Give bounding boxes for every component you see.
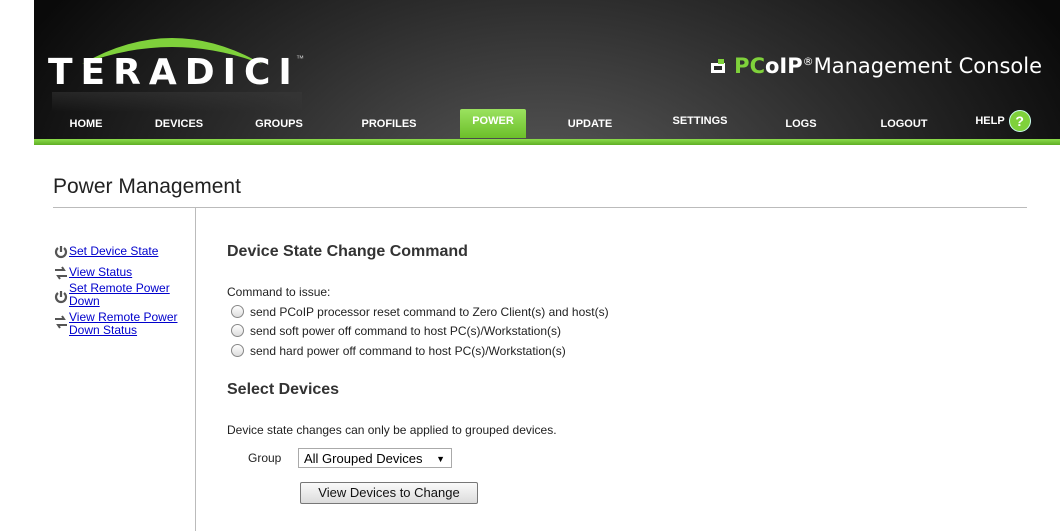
radio-soft-power-off[interactable]: send soft power off command to host PC(s… (231, 324, 561, 338)
sidebar: Set Device State View Status Set Remote … (54, 245, 194, 343)
sidebar-divider (195, 207, 196, 531)
command-heading: Device State Change Command (227, 243, 468, 260)
arrows-icon (55, 266, 67, 280)
page-title: Power Management (53, 175, 241, 198)
radio-label: send hard power off command to host PC(s… (250, 344, 566, 358)
power-icon (54, 291, 68, 304)
nav-logs[interactable]: LOGS (756, 109, 846, 139)
sidebar-link-set-device-state[interactable]: Set Device State (69, 245, 194, 258)
nav-profiles[interactable]: PROFILES (336, 109, 442, 139)
radio-button[interactable] (231, 324, 244, 337)
group-select[interactable]: All Grouped Devices ▼ (298, 448, 452, 468)
sidebar-link-view-remote-power-down-status[interactable]: View Remote Power Down Status (69, 311, 194, 337)
app-window: TERADICI ™ PCoIP®Management Console HOME… (34, 0, 1060, 531)
main-panel: Device State Change Command Command to i… (227, 145, 1027, 531)
sidebar-item-view-remote-power-down-status[interactable]: View Remote Power Down Status (54, 311, 194, 337)
command-label: Command to issue: (227, 285, 331, 299)
devices-heading: Select Devices (227, 381, 340, 398)
view-devices-button[interactable]: View Devices to Change (300, 482, 478, 504)
radio-button[interactable] (231, 305, 244, 318)
product-title: Management Console (813, 54, 1042, 78)
sidebar-item-set-remote-power-down[interactable]: Set Remote Power Down (54, 282, 194, 308)
pcoip-icon (710, 55, 730, 73)
nav-settings[interactable]: SETTINGS (650, 109, 750, 139)
radio-hard-power-off[interactable]: send hard power off command to host PC(s… (231, 344, 566, 358)
product-registered: ® (802, 55, 814, 68)
devices-note: Device state changes can only be applied… (227, 423, 557, 437)
nav-devices[interactable]: DEVICES (134, 109, 224, 139)
sidebar-link-view-status[interactable]: View Status (69, 266, 194, 279)
group-select-value: All Grouped Devices (304, 451, 423, 466)
teradici-logo: TERADICI (48, 52, 300, 93)
power-icon (54, 246, 68, 259)
sidebar-item-set-device-state[interactable]: Set Device State (54, 245, 194, 259)
radio-label: send soft power off command to host PC(s… (250, 324, 562, 338)
group-label: Group (248, 451, 282, 465)
nav-power[interactable]: POWER (460, 109, 526, 138)
sidebar-link-set-remote-power-down[interactable]: Set Remote Power Down (69, 282, 194, 308)
help-icon[interactable]: ? (1008, 110, 1031, 133)
radio-reset[interactable]: send PCoIP processor reset command to Ze… (231, 305, 609, 319)
product-pc: PC (734, 54, 765, 78)
radio-label: send PCoIP processor reset command to Ze… (250, 305, 609, 319)
nav-logout[interactable]: LOGOUT (854, 109, 954, 139)
radio-button[interactable] (231, 344, 244, 357)
product-name: PCoIP®Management Console (710, 54, 1042, 78)
arrows-icon (55, 315, 67, 329)
nav-update[interactable]: UPDATE (542, 109, 638, 139)
nav-home[interactable]: HOME (42, 109, 130, 139)
logo-trademark: ™ (296, 54, 304, 63)
content-panel: Power Management Set Device State View S… (34, 145, 1060, 531)
nav-groups[interactable]: GROUPS (230, 109, 328, 139)
chevron-down-icon: ▼ (436, 454, 445, 464)
sidebar-item-view-status[interactable]: View Status (54, 266, 194, 280)
nav-help[interactable]: HELP? (958, 109, 1048, 139)
product-oip: oIP (764, 54, 803, 78)
